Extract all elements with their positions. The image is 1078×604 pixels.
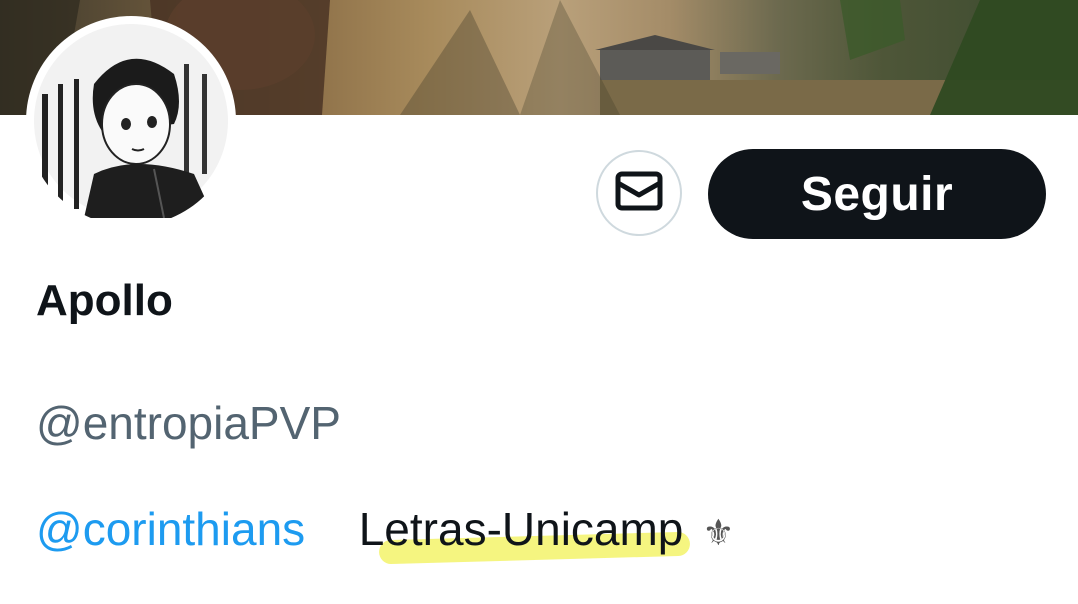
- user-handle: @entropiaPVP: [36, 397, 341, 449]
- envelope-icon: [615, 171, 663, 216]
- follow-button[interactable]: Seguir: [708, 149, 1046, 239]
- message-button[interactable]: [596, 150, 682, 236]
- fleur-de-lis-icon: ⚜: [702, 513, 735, 554]
- bio-text: Letras-Unicamp: [358, 503, 684, 555]
- profile-bio: @corinthians Letras-Unicamp ⚜: [36, 502, 735, 565]
- profile-avatar[interactable]: [26, 16, 236, 226]
- display-name: Apollo: [36, 276, 173, 325]
- follow-button-label: Seguir: [800, 167, 954, 221]
- highlighted-bio-text: Letras-Unicamp: [358, 502, 690, 565]
- bio-mention-link[interactable]: @corinthians: [36, 503, 305, 555]
